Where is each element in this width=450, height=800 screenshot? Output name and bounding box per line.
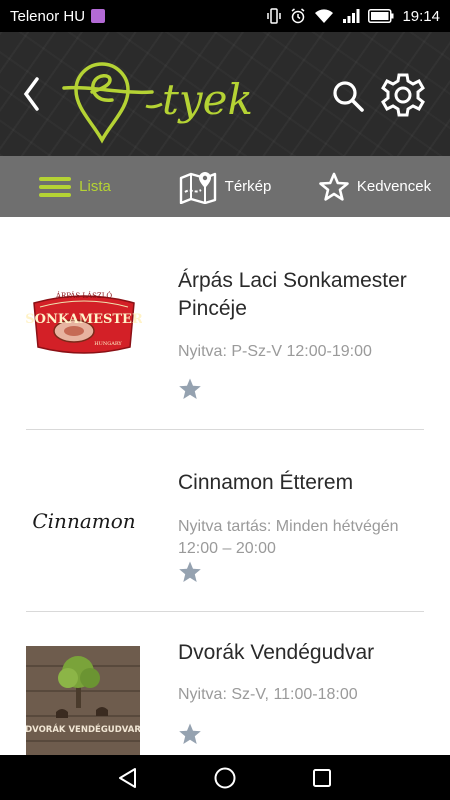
- battery-icon: [368, 9, 394, 23]
- status-icons: 19:14: [266, 8, 440, 25]
- venue-logo: DVORÁK VENDÉGUDVAR: [26, 646, 140, 755]
- gear-icon: [381, 73, 425, 117]
- chevron-left-icon: [23, 77, 39, 111]
- nav-home-icon: [214, 767, 236, 788]
- view-tabs: Lista Térkép Kedvencek: [0, 156, 450, 217]
- logo-main-text: SONKAMESTER: [26, 312, 142, 327]
- clock: 19:14: [402, 7, 440, 25]
- image-notification-icon: [91, 9, 106, 23]
- venue-hours: Nyitva tartás: Minden hétvégén 12:00 – 2…: [178, 518, 399, 557]
- nav-back-button[interactable]: [108, 758, 148, 798]
- logo-bottom-text: HUNGARY: [94, 341, 122, 347]
- tab-lista[interactable]: Lista: [0, 156, 150, 217]
- tab-label: Lista: [79, 178, 111, 195]
- favorite-button[interactable]: [178, 377, 202, 401]
- system-nav-bar: [0, 755, 450, 800]
- app-header: tyek: [0, 32, 450, 156]
- venue-title: Cinnamon Étterem: [178, 471, 354, 494]
- tab-terkep[interactable]: Térkép: [150, 156, 300, 217]
- signal-icon: [343, 9, 360, 23]
- wifi-icon: [315, 9, 334, 23]
- nav-home-button[interactable]: [205, 758, 245, 798]
- app-logo: tyek: [62, 48, 282, 144]
- favorite-button[interactable]: [178, 560, 202, 584]
- settings-button[interactable]: [380, 72, 426, 118]
- carrier-name: Telenor HU: [10, 7, 86, 25]
- hamburger-icon: [39, 176, 72, 197]
- venue-title: Árpás Laci Sonkamester Pincéje: [178, 269, 407, 320]
- nav-recents-icon: [312, 768, 331, 787]
- venue-hours: Nyitva: P-Sz-V 12:00-19:00: [178, 343, 372, 360]
- favorite-button[interactable]: [178, 722, 202, 746]
- nav-back-icon: [119, 767, 137, 788]
- list-item[interactable]: DVORÁK VENDÉGUDVAR Dvorák Vendégudvar Ny…: [26, 612, 424, 755]
- logo-main-text: DVORÁK VENDÉGUDVAR: [26, 723, 140, 735]
- logo-main-text: Cinnamon: [32, 509, 135, 533]
- venue-hours: Nyitva: Sz-V, 11:00-18:00: [178, 686, 358, 703]
- star-icon: [179, 378, 201, 399]
- map-icon: [179, 171, 216, 204]
- star-icon: [179, 561, 201, 582]
- venue-logo: Cinnamon: [26, 500, 142, 540]
- nav-recents-button[interactable]: [302, 758, 342, 798]
- venue-list: ÁRPÁS LÁSZLÓ SONKAMESTER HUNGARY Árpás L…: [0, 217, 450, 755]
- tab-kedvencek[interactable]: Kedvencek: [300, 156, 450, 217]
- tab-label: Kedvencek: [356, 178, 432, 195]
- vibrate-icon: [267, 8, 282, 24]
- back-button[interactable]: [16, 74, 46, 114]
- tab-label: Térkép: [224, 178, 272, 195]
- venue-logo: ÁRPÁS LÁSZLÓ SONKAMESTER HUNGARY: [26, 285, 142, 361]
- status-bar: Telenor HU 19:14: [0, 0, 450, 32]
- logo-top-text: ÁRPÁS LÁSZLÓ: [55, 291, 112, 300]
- carrier-area: Telenor HU: [10, 8, 266, 25]
- star-icon: [179, 723, 201, 744]
- search-button[interactable]: [330, 78, 366, 114]
- star-outline-icon: [319, 172, 349, 201]
- venue-title: Dvorák Vendégudvar: [178, 641, 375, 664]
- search-icon: [333, 81, 364, 112]
- list-item[interactable]: ÁRPÁS LÁSZLÓ SONKAMESTER HUNGARY Árpás L…: [26, 217, 424, 430]
- list-item[interactable]: Cinnamon Cinnamon Étterem Nyitva tartás:…: [26, 430, 424, 612]
- svg-text:tyek: tyek: [162, 75, 253, 124]
- alarm-icon: [291, 8, 305, 24]
